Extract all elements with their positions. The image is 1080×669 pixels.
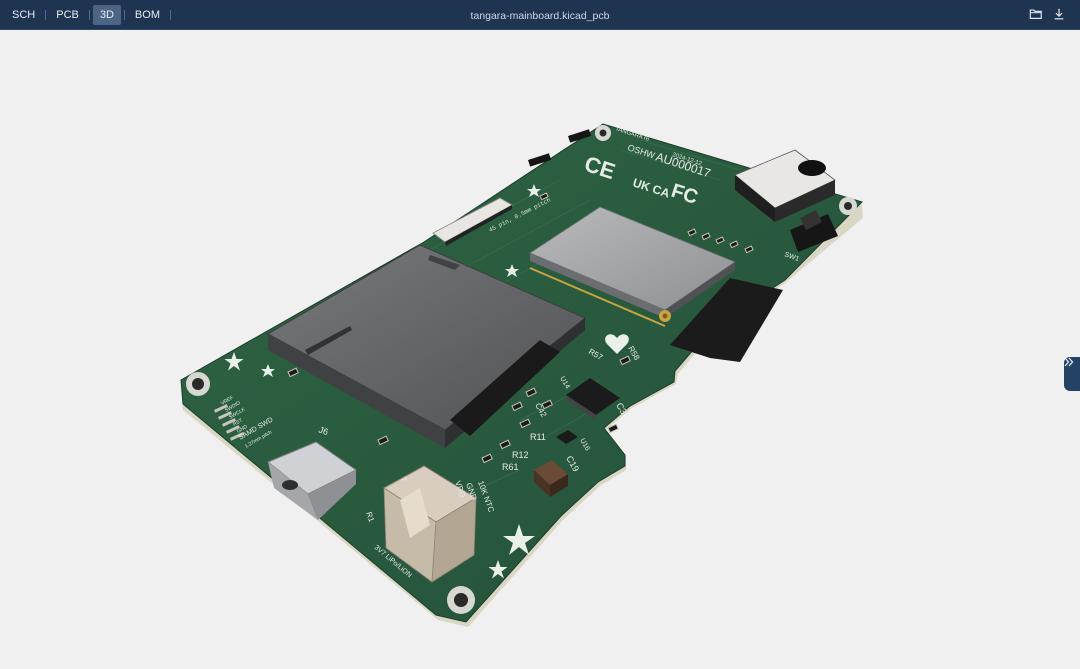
tab-pcb[interactable]: PCB xyxy=(49,5,86,25)
tab-3d[interactable]: 3D xyxy=(92,4,121,25)
folder-open-icon[interactable] xyxy=(1029,7,1043,21)
view-tabs: SCH PCB 3D BOM xyxy=(0,0,174,30)
mounting-hole xyxy=(186,372,210,396)
ref-r11: R11 xyxy=(530,432,546,442)
tab-sch[interactable]: SCH xyxy=(5,5,42,25)
mounting-hole xyxy=(447,586,475,614)
tab-divider xyxy=(88,9,90,20)
tab-divider xyxy=(123,9,125,20)
tab-divider xyxy=(45,9,47,20)
download-icon[interactable] xyxy=(1052,7,1066,21)
toolbar-actions xyxy=(1029,7,1066,21)
pcb-3d-render[interactable]: 45 pin, 0.5mm pitch TANGARA r6 2024-12-1… xyxy=(0,30,1080,669)
mounting-hole xyxy=(595,125,611,141)
tab-bom[interactable]: BOM xyxy=(128,5,167,25)
panel-toggle[interactable] xyxy=(1064,357,1080,391)
toolbar: SCH PCB 3D BOM tangara-mainboard.kicad_p… xyxy=(0,0,1080,30)
ref-r12: R12 xyxy=(512,450,529,460)
3d-viewport[interactable]: 45 pin, 0.5mm pitch TANGARA r6 2024-12-1… xyxy=(0,30,1080,669)
mounting-hole xyxy=(839,197,857,215)
chevron-double-right-icon xyxy=(1064,357,1074,367)
ref-r61: R61 xyxy=(502,462,519,472)
tab-divider xyxy=(169,9,171,20)
